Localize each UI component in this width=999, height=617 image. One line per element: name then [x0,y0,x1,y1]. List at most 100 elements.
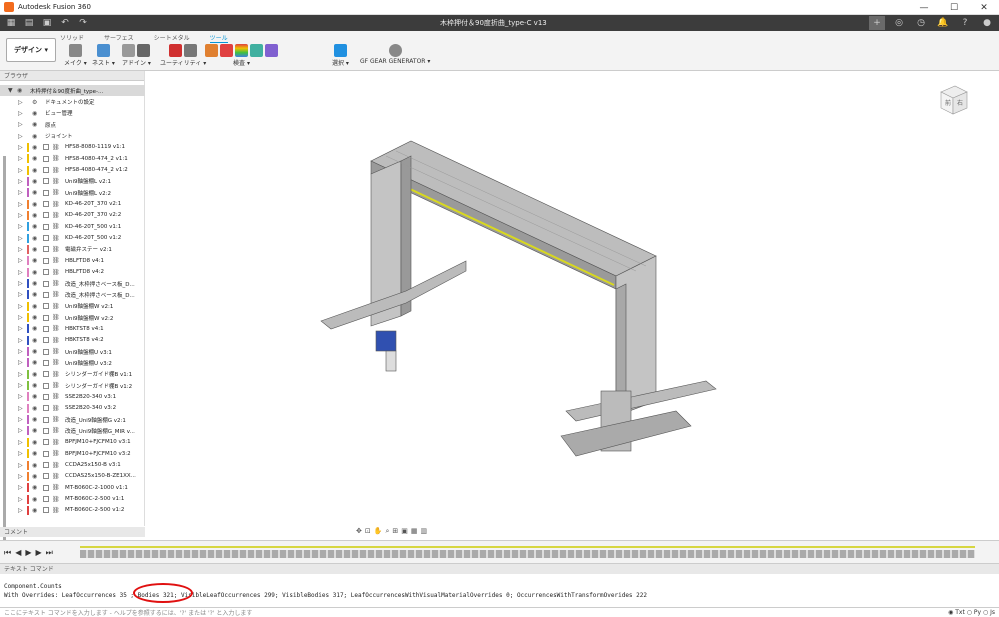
browser-item[interactable]: ▷ ◉ ⛓ KD-46-20T_500 v1:1 [0,221,145,232]
comments-header[interactable]: コメント [0,527,145,537]
eye-icon[interactable]: ◉ [32,507,40,514]
browser-item[interactable]: ▷ ◉ ⛓ Uni9軸盤棚W v2:1 [0,301,145,312]
expand-icon[interactable]: ▷ [18,337,24,344]
expand-icon[interactable]: ▷ [18,178,24,185]
expand-icon[interactable]: ▷ [18,155,24,162]
expand-icon[interactable]: ▷ [18,246,24,253]
model-render[interactable] [146,71,999,526]
eye-icon[interactable]: ◉ [32,325,40,332]
utility-group[interactable]: ユーティリティ ▾ [160,42,206,67]
eye-icon[interactable]: ◉ [32,212,40,219]
select-group[interactable]: 選択 ▾ [332,42,349,67]
expand-icon[interactable]: ▷ [18,280,24,287]
expand-icon[interactable]: ▷ [18,473,24,480]
browser-item[interactable]: ▷ ◉ ⛓ MT-B060C-2-500 v1:2 [0,505,145,516]
eye-icon[interactable]: ◉ [32,427,40,434]
eye-icon[interactable]: ◉ [32,371,40,378]
browser-item[interactable]: ▷ ⚙ ドキュメントの設定 [0,96,145,107]
expand-icon[interactable]: ▷ [18,99,24,106]
expand-icon[interactable]: ▷ [18,133,24,140]
expand-icon[interactable]: ▷ [18,121,24,128]
eye-icon[interactable]: ◉ [32,393,40,400]
fit-icon[interactable]: ⊞ [392,527,398,537]
eye-icon[interactable]: ◉ [32,303,40,310]
eye-icon[interactable]: ⚙ [32,99,40,106]
browser-item[interactable]: ▷ ◉ ⛓ Uni9軸盤棚L v2:1 [0,176,145,187]
eye-icon[interactable]: ◉ [32,110,40,117]
browser-item[interactable]: ▷ ◉ ⛓ 改造_木枠押さベース板_D... [0,278,145,289]
close-icon[interactable]: ✕ [969,0,999,15]
browser-item[interactable]: ▷ ◉ ⛓ Uni9軸盤棚U v3:1 [0,346,145,357]
step-back-icon[interactable]: ◀ [15,548,21,558]
expand-icon[interactable]: ▷ [18,416,24,423]
look-at-icon[interactable]: ⊡ [365,527,371,537]
expand-icon[interactable]: ▷ [18,167,24,174]
expand-icon[interactable]: ▷ [18,257,24,264]
avatar[interactable]: ● [979,16,995,30]
browser-item[interactable]: ▷ ◉ ⛓ HBLFTD8 v4:1 [0,255,145,266]
expand-icon[interactable]: ▷ [18,348,24,355]
expand-icon[interactable]: ▷ [18,303,24,310]
save-icon[interactable]: ▣ [40,17,54,29]
viewports-icon[interactable]: ▥ [421,527,428,537]
eye-icon[interactable]: ◉ [32,257,40,264]
grid-icon[interactable]: ▦ [4,17,18,29]
eye-icon[interactable]: ◉ [32,189,40,196]
eye-icon[interactable]: ◉ [32,382,40,389]
browser-item[interactable]: ▷ ◉ ビュー管理 [0,108,145,119]
eye-icon[interactable]: ◉ [32,178,40,185]
eye-icon[interactable]: ◉ [32,359,40,366]
eye-icon[interactable]: ◉ [32,269,40,276]
browser-item[interactable]: ▷ ◉ ⛓ Uni9軸盤棚W v2:2 [0,312,145,323]
expand-icon[interactable]: ▷ [18,110,24,117]
expand-icon[interactable]: ▷ [18,382,24,389]
expand-icon[interactable]: ▷ [18,212,24,219]
eye-icon[interactable]: ◉ [32,291,40,298]
eye-icon[interactable]: ◉ [32,314,40,321]
browser-item[interactable]: ▷ ◉ ⛓ HFS8-8080-1119 v1:1 [0,142,145,153]
browser-item[interactable]: ▷ ◉ ⛓ SSE2B20-340 v3:1 [0,391,145,402]
design-workspace-button[interactable]: デザイン ▾ [6,38,56,62]
browser-item[interactable]: ▷ ◉ ⛓ BPFJM10+FJCFM10 v3:1 [0,437,145,448]
expand-icon[interactable]: ▷ [18,223,24,230]
eye-icon[interactable]: ◉ [32,223,40,230]
expand-icon[interactable]: ▷ [18,450,24,457]
notifications-icon[interactable]: 🔔 [935,16,951,30]
eye-icon[interactable]: ◉ [32,201,40,208]
browser-item[interactable]: ▷ ◉ ⛓ HBKTST8 v4:2 [0,335,145,346]
rewind-icon[interactable]: ⏮ [4,548,11,558]
eye-icon[interactable]: ◉ [32,235,40,242]
eye-icon[interactable]: ◉ [32,155,40,162]
undo-icon[interactable]: ↶ [58,17,72,29]
end-icon[interactable]: ⏭ [46,548,53,558]
expand-icon[interactable]: ▷ [18,462,24,469]
browser-item[interactable]: ▷ ◉ ⛓ 改造_木枠押さベース板_D... [0,289,145,300]
minimize-icon[interactable]: — [909,0,939,15]
browser-item[interactable]: ▷ ◉ ⛓ シリンダーガイド棚B v1:1 [0,369,145,380]
gear-generator-group[interactable]: GF GEAR GENERATOR ▾ [360,42,430,65]
eye-icon[interactable]: ◉ [32,439,40,446]
eye-icon[interactable]: ◉ [17,87,25,94]
expand-icon[interactable]: ▷ [18,439,24,446]
browser-item[interactable]: ▷ ◉ ⛓ CCDA25x150-B v3:1 [0,459,145,470]
extensions-icon[interactable]: ◎ [891,16,907,30]
eye-icon[interactable]: ◉ [32,246,40,253]
eye-icon[interactable]: ◉ [32,405,40,412]
text-command-header[interactable]: テキスト コマンド [0,564,999,574]
grid-settings-icon[interactable]: ▦ [411,527,418,537]
browser-item[interactable]: ▷ ◉ ⛓ KD-46-20T_370 v2:2 [0,210,145,221]
addins-group[interactable]: アドイン ▾ [122,42,151,67]
browser-item[interactable]: ▷ ◉ ⛓ シリンダーガイド棚B v1:2 [0,380,145,391]
jobs-icon[interactable]: ◷ [913,16,929,30]
script-mode-radio[interactable]: ◉ Txt ○ Py ○ Js [948,609,995,616]
help-icon[interactable]: ? [957,16,973,30]
expand-icon[interactable]: ▷ [18,359,24,366]
eye-icon[interactable]: ◉ [32,167,40,174]
browser-item[interactable]: ▷ ◉ ⛓ CCDAS25x150-B-ZE1XX... [0,471,145,482]
eye-icon[interactable]: ◉ [32,484,40,491]
expand-icon[interactable]: ▷ [18,427,24,434]
expand-icon[interactable]: ▷ [18,201,24,208]
zoom-icon[interactable]: ⌕ [385,527,389,537]
expand-icon[interactable]: ▷ [18,189,24,196]
browser-item[interactable]: ▷ ◉ ⛓ 改造_Uni9軸盤棚G v2:1 [0,414,145,425]
